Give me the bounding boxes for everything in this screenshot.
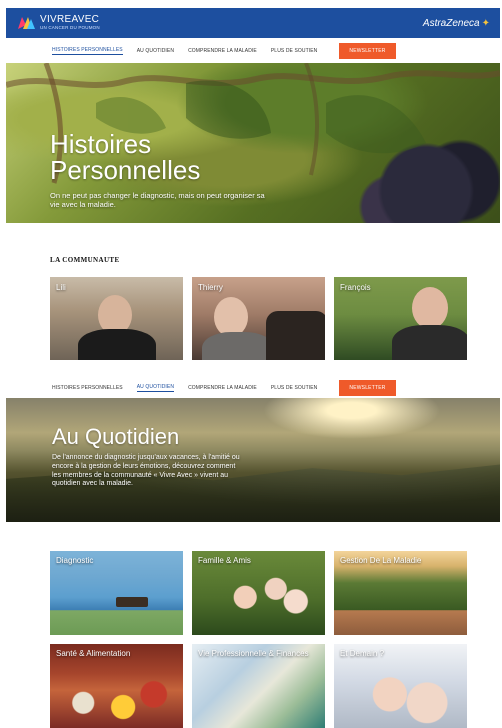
portrait-body: [202, 332, 274, 360]
main-nav: Histoires personnelles Au quotidien Comp…: [6, 41, 500, 61]
nav-plus-de-soutien[interactable]: Plus de soutien: [271, 48, 318, 55]
topic-label: Diagnostic: [56, 556, 94, 565]
brand-star-icon: ✦: [481, 17, 490, 29]
hero-subtitle: De l'annonce du diagnostic jusqu'aux vac…: [52, 454, 240, 488]
newsletter-button[interactable]: Newsletter: [339, 43, 396, 59]
nav-histoires-personnelles[interactable]: Histoires personnelles: [52, 385, 123, 392]
portrait-body: [78, 329, 156, 360]
person-name: Thierry: [198, 283, 223, 292]
community-grid: Lili Thierry François: [50, 277, 467, 360]
hero-title: Au Quotidien: [52, 424, 180, 449]
person-name: Lili: [56, 283, 66, 292]
hero-au-quotidien: Au Quotidien De l'annonce du diagnostic …: [6, 398, 500, 522]
site-header: VIVREAVEC UN CANCER DU POUMON AstraZenec…: [6, 8, 500, 38]
nav-au-quotidien[interactable]: Au quotidien: [136, 384, 175, 392]
topic-label: Famille & Amis: [198, 556, 251, 565]
topic-card-famille-amis[interactable]: Famille & Amis: [192, 551, 325, 635]
portrait-face: [412, 287, 448, 329]
topic-card-gestion-de-la-maladie[interactable]: Gestion De La Maladie: [334, 551, 467, 635]
person-card-francois[interactable]: François: [334, 277, 467, 360]
hero-title-line-1: Histoires: [50, 129, 152, 159]
logo-subtitle: UN CANCER DU POUMON: [40, 25, 100, 31]
hero-title: Histoires Personnelles: [50, 131, 200, 183]
person-name: François: [340, 283, 371, 292]
topic-card-diagnostic[interactable]: Diagnostic: [50, 551, 183, 635]
nav-comprendre-la-maladie[interactable]: Comprendre la maladie: [188, 48, 257, 55]
nav-comprendre-la-maladie[interactable]: Comprendre la maladie: [188, 385, 257, 392]
person-card-thierry[interactable]: Thierry: [192, 277, 325, 360]
brand-label: AstraZeneca: [422, 17, 480, 29]
topic-label: Santé & Alimentation: [56, 649, 131, 658]
logo-title: VIVREAVEC: [40, 14, 100, 26]
hero-subtitle: On ne peut pas changer le diagnostic, ma…: [50, 191, 265, 210]
portrait-face: [214, 297, 248, 337]
nav-histoires-personnelles[interactable]: Histoires personnelles: [52, 47, 123, 55]
nav-plus-de-soutien[interactable]: Plus de soutien: [271, 385, 318, 392]
hero-histoires-personnelles: Histoires Personnelles On ne peut pas ch…: [6, 63, 500, 223]
topic-label: Et Demain ?: [340, 649, 385, 658]
topic-card-sante-alimentation[interactable]: Santé & Alimentation: [50, 644, 183, 728]
sofa-shape: [266, 311, 325, 360]
person-card-lili[interactable]: Lili: [50, 277, 183, 360]
hero-title-line-2: Personnelles: [50, 155, 201, 185]
nav-au-quotidien[interactable]: Au quotidien: [137, 48, 174, 55]
topics-grid: Diagnostic Famille & Amis Gestion De La …: [50, 551, 467, 728]
portrait-body: [392, 325, 467, 360]
community-title: LA COMMUNAUTE: [50, 256, 120, 264]
bench-icon: [116, 597, 148, 607]
topic-label: Gestion De La Maladie: [340, 556, 422, 565]
topic-card-et-demain[interactable]: Et Demain ?: [334, 644, 467, 728]
logo-mark-icon: [16, 15, 36, 31]
astrazeneca-brand[interactable]: AstraZeneca ✦: [423, 18, 490, 29]
topic-label: Vie Professionnelle & Finances: [198, 649, 309, 658]
topic-card-vie-professionnelle-finances[interactable]: Vie Professionnelle & Finances: [192, 644, 325, 728]
newsletter-button[interactable]: Newsletter: [339, 380, 396, 396]
secondary-nav: Histoires personnelles Au quotidien Comp…: [6, 378, 500, 398]
vivre-avec-logo[interactable]: VIVREAVEC UN CANCER DU POUMON: [16, 15, 100, 31]
